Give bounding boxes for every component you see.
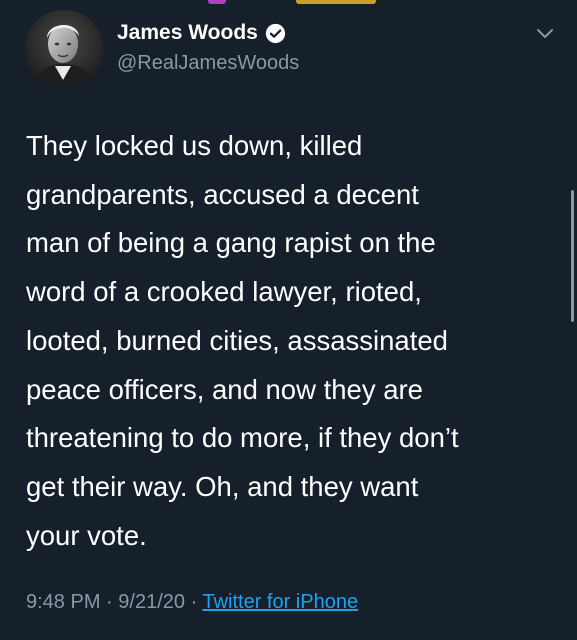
verified-badge-icon [265, 23, 285, 43]
top-strip [0, 0, 577, 8]
avatar-photo [25, 10, 103, 88]
author-name-row[interactable]: James Woods [117, 20, 286, 46]
tweet-time: 9:48 PM [26, 591, 101, 613]
avatar[interactable] [25, 10, 103, 88]
meta-separator: · [190, 591, 198, 613]
tweet-date: 9/21/20 [118, 591, 186, 613]
top-strip-mark [208, 0, 226, 4]
author-handle[interactable]: @RealJamesWoods [117, 50, 299, 76]
scrollbar-thumb[interactable] [571, 190, 574, 322]
tweet-meta: 9:48 PM · 9/21/20 · Twitter for iPhone [26, 589, 358, 615]
author-name[interactable]: James Woods [117, 20, 258, 46]
top-strip-mark [296, 0, 376, 4]
chevron-down-icon[interactable] [535, 26, 555, 40]
tweet-text: They locked us down, killed grandparents… [26, 130, 459, 551]
tweet-source-link[interactable]: Twitter for iPhone [202, 591, 358, 613]
meta-separator: · [106, 591, 113, 613]
